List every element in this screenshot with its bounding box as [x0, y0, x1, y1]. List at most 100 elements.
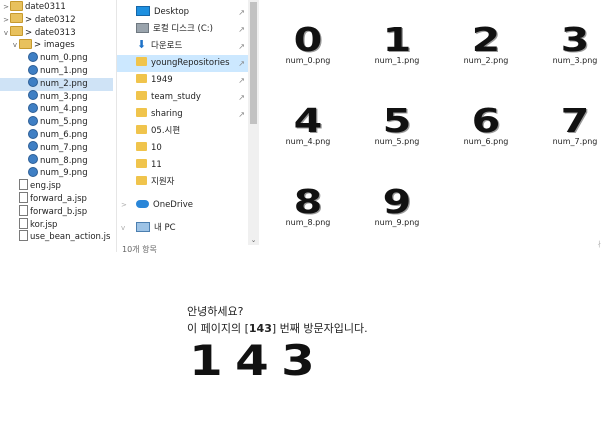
nav-item[interactable]: v 내 PC [117, 220, 249, 237]
nav-item-label: 내 PC [154, 223, 176, 233]
tree-item[interactable]: num_6.png [0, 128, 113, 142]
nav-item-label: 10 [151, 143, 162, 153]
tree-item-label: date0311 [25, 2, 66, 12]
folder-icon [10, 13, 23, 24]
tree-item[interactable]: kor.jsp [0, 217, 113, 232]
image-file-icon [28, 141, 38, 152]
greeting-text: 안녕하세요? [187, 305, 244, 318]
file-icon-grid: 0 num_0.png 1 num_1.png 2 num_2.png 3 num_3.png… [262, 0, 609, 252]
image-file-icon [28, 128, 38, 139]
file-tile[interactable]: 3 num_3.png [535, 23, 609, 65]
tree-item[interactable]: v > images [0, 38, 113, 52]
nav-scrollbar[interactable]: ⌄ [248, 0, 259, 245]
tree-item[interactable]: > > date0312 [0, 13, 113, 27]
digit-thumbnail: 1 [382, 20, 412, 59]
nav-item-label: OneDrive [153, 200, 193, 210]
folder-icon [19, 38, 32, 49]
file-tile[interactable]: 5 num_5.png [357, 104, 437, 146]
file-tile[interactable]: 8 num_8.png [268, 182, 348, 227]
tree-item[interactable]: v > date0313 [0, 26, 113, 40]
jsp-file-icon [19, 204, 28, 216]
nav-item[interactable]: ⬇ 다운로드 ↗ [117, 38, 249, 55]
folder-icon [10, 26, 23, 37]
digit-thumbnail: 8 [293, 182, 323, 221]
digit-thumbnail: 6 [471, 101, 501, 140]
tree-item[interactable]: num_9.png [0, 166, 113, 180]
tree-item-label: > date0312 [25, 14, 76, 25]
file-tile[interactable]: 0 num_0.png [268, 23, 348, 65]
file-tile[interactable]: 7 num_7.png [535, 101, 609, 146]
tree-item[interactable]: num_0.png [0, 51, 113, 65]
disk-drive-icon [136, 22, 149, 33]
image-file-icon [28, 77, 38, 88]
nav-item[interactable]: > OneDrive [117, 197, 249, 214]
nav-item[interactable]: 지원자 [117, 174, 249, 191]
tree-twisty-icon[interactable]: v [11, 39, 19, 52]
nav-item[interactable]: team_study ↗ [117, 89, 249, 106]
tree-item-label: num_9.png [40, 168, 88, 179]
jsp-file-icon [19, 217, 28, 229]
tree-item[interactable]: num_1.png [0, 64, 113, 78]
scroll-down-arrow-icon[interactable]: ⌄ [248, 235, 259, 245]
pin-icon[interactable]: ↗ [238, 55, 245, 72]
tree-item[interactable]: num_5.png [0, 115, 113, 129]
nav-item[interactable]: 1949 ↗ [117, 72, 249, 89]
tree-item[interactable]: num_4.png [0, 102, 113, 116]
image-file-icon [28, 90, 38, 101]
pin-icon[interactable]: ↗ [238, 106, 245, 123]
tree-item[interactable]: num_3.png [0, 90, 113, 104]
nav-item-label: youngRepositories [151, 58, 230, 68]
file-tile[interactable]: 1 num_1.png [357, 20, 437, 65]
digit-thumbnail: 7 [560, 101, 590, 140]
file-tile[interactable]: 4 num_4.png [268, 101, 348, 146]
tree-twisty-icon[interactable]: > [2, 14, 10, 27]
tree-twisty-icon[interactable]: v [2, 27, 10, 40]
counter-digit-image: 1 [189, 336, 223, 385]
nav-item-label: team_study [151, 92, 201, 102]
tree-item[interactable]: forward_a.jsp [0, 192, 113, 206]
nav-item[interactable]: youngRepositories ↗ [117, 55, 249, 72]
nav-item[interactable]: Desktop ↗ [117, 4, 249, 21]
jsp-file-icon [19, 230, 28, 242]
computer-icon [136, 221, 150, 232]
folder-icon [136, 74, 147, 83]
nav-item[interactable]: 10 [117, 140, 249, 157]
tree-item[interactable]: forward_b.jsp [0, 204, 113, 219]
tree-item[interactable]: num_7.png [0, 141, 113, 155]
pin-icon[interactable]: ↗ [238, 38, 245, 55]
file-tile[interactable]: 6 num_6.png [446, 101, 526, 146]
download-arrow-icon: ⬇ [136, 37, 147, 51]
image-file-icon [28, 51, 38, 62]
explorer-nav-pane: Desktop ↗ 로컬 디스크 (C:) ↗ ⬇ 다운로드 ↗ youngRepositor… [116, 0, 260, 252]
visit-prefix: 이 페이지의 [ [187, 322, 249, 335]
nav-item[interactable]: 로컬 디스크 (C:) ↗ [117, 21, 249, 38]
expand-chevron-icon[interactable]: > [121, 197, 127, 214]
tree-item[interactable]: eng.jsp [0, 179, 113, 193]
tree-item-label: forward_b.jsp [30, 206, 88, 217]
tree-item[interactable]: > date0311 [0, 0, 113, 14]
counter-digit-image: 3 [281, 336, 315, 385]
visit-suffix: ] 번째 방문자입니다. [271, 322, 368, 335]
tree-twisty-icon[interactable]: > [2, 1, 10, 14]
folder-icon [136, 159, 147, 168]
image-file-icon [28, 166, 38, 177]
expand-chevron-icon[interactable]: v [121, 220, 125, 237]
tree-item[interactable]: use_bean_action.js [0, 230, 113, 244]
tree-item-label: num_3.png [40, 91, 88, 102]
pin-icon[interactable]: ↗ [238, 21, 245, 38]
jsp-file-icon [19, 192, 28, 203]
nav-item[interactable]: 05.시편 [117, 123, 249, 140]
tree-item-label: > images [34, 40, 75, 51]
pin-icon[interactable]: ↗ [238, 89, 245, 106]
pin-icon[interactable]: ↗ [238, 72, 245, 89]
tree-item[interactable]: num_8.png [0, 154, 113, 168]
nav-scrollbar-thumb[interactable] [250, 2, 257, 124]
nav-item[interactable]: 11 [117, 157, 249, 174]
file-tile[interactable]: 9 num_9.png [357, 185, 437, 227]
pin-icon[interactable]: ↗ [238, 4, 245, 21]
folder-icon [136, 57, 147, 66]
file-tile[interactable]: 2 num_2.png [446, 23, 526, 65]
tree-item[interactable]: num_2.png [0, 77, 113, 91]
digit-thumbnail: 4 [293, 101, 323, 140]
nav-item[interactable]: sharing ↗ [117, 106, 249, 123]
